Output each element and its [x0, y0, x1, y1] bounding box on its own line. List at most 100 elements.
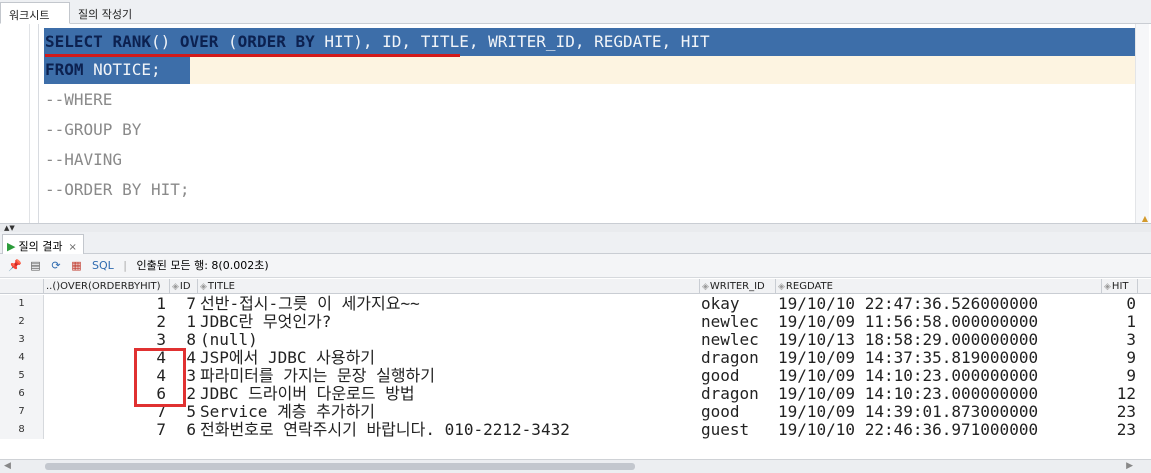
cell-rank[interactable]: 3: [46, 331, 170, 349]
cell-title[interactable]: (null): [198, 331, 698, 349]
cell-writer-id[interactable]: newlec: [700, 331, 776, 349]
code-line-4[interactable]: --GROUP BY: [45, 116, 141, 144]
cell-regdate[interactable]: 19/10/09 14:39:01.873000000: [776, 403, 1102, 421]
tab-query-builder[interactable]: 질의 작성기: [70, 2, 150, 24]
cell-writer-id[interactable]: good: [700, 403, 776, 421]
column-header-hit[interactable]: ◈HIT: [1102, 279, 1138, 294]
cell-regdate[interactable]: 19/10/09 11:56:58.000000000: [776, 313, 1102, 331]
cell-regdate[interactable]: 19/10/10 22:47:36.526000000: [776, 295, 1102, 313]
row-number-header: [0, 279, 44, 294]
editor-vertical-scrollbar[interactable]: [1135, 24, 1149, 223]
cell-writer-id[interactable]: okay: [700, 295, 776, 313]
refresh-icon[interactable]: ⟳: [49, 254, 63, 278]
cell-hit[interactable]: 9: [1102, 349, 1138, 367]
table-row[interactable]: 3 3 8 (null) newlec 19/10/13 18:58:29.0000000…: [0, 331, 1151, 349]
keyword: OVER: [179, 32, 219, 51]
sort-icon: ◈: [702, 282, 709, 292]
cell-title[interactable]: JSP에서 JDBC 사용하기: [198, 349, 698, 367]
close-tab-icon[interactable]: ×: [68, 242, 76, 253]
cell-rank[interactable]: 7: [46, 421, 170, 439]
cell-rank[interactable]: 2: [46, 313, 170, 331]
tab-label: 질의 결과: [18, 240, 63, 253]
cell-regdate[interactable]: 19/10/09 14:10:23.000000000: [776, 367, 1102, 385]
cell-id[interactable]: 7: [170, 295, 198, 313]
red-highlight-box-annotation: [134, 348, 186, 407]
code-line-5[interactable]: --HAVING: [45, 146, 122, 174]
sort-icon: ◈: [200, 282, 207, 292]
current-line-highlight: [190, 56, 1136, 84]
column-header-rank[interactable]: ..()OVER(ORDERBYHIT): [44, 279, 170, 294]
cell-title[interactable]: 파라미터를 가지는 문장 실행하기: [198, 367, 698, 385]
pin-icon[interactable]: 📌: [8, 254, 22, 278]
export-icon[interactable]: ▦: [70, 254, 84, 278]
cell-hit[interactable]: 23: [1102, 421, 1138, 439]
cell-rank[interactable]: 1: [46, 295, 170, 313]
cell-title[interactable]: 전화번호로 연락주시기 바랍니다. 010-2212-3432: [198, 421, 698, 439]
cell-id[interactable]: 1: [170, 313, 198, 331]
code-line-2[interactable]: FROM NOTICE;: [45, 56, 161, 84]
cell-title[interactable]: 선반-접시-그릇 이 세가지요~~: [198, 295, 698, 313]
cell-hit[interactable]: 12: [1102, 385, 1138, 403]
column-header-regdate[interactable]: ◈REGDATE: [776, 279, 1102, 294]
keyword: RANK: [112, 32, 151, 51]
gutter-divider: [38, 24, 39, 223]
keyword: ORDER BY: [237, 32, 315, 51]
cell-writer-id[interactable]: newlec: [700, 313, 776, 331]
cell-regdate[interactable]: 19/10/09 14:10:23.000000000: [776, 385, 1102, 403]
code-line-3[interactable]: --WHERE: [45, 86, 112, 114]
toolbar-divider: |: [123, 259, 127, 272]
cell-title[interactable]: JDBC 드라이버 다운로드 방법: [198, 385, 698, 403]
cell-writer-id[interactable]: dragon: [700, 385, 776, 403]
cell-regdate[interactable]: 19/10/09 14:37:35.819000000: [776, 349, 1102, 367]
editor-gutter: [0, 24, 30, 223]
sql-button[interactable]: SQL: [92, 259, 114, 272]
table-row[interactable]: 1 1 7 선반-접시-그릇 이 세가지요~~ okay 19/10/10 22:47:3…: [0, 295, 1151, 313]
scroll-left-arrow-icon[interactable]: ◀: [4, 461, 11, 471]
cell-regdate[interactable]: 19/10/10 22:46:36.971000000: [776, 421, 1102, 439]
column-header-writer-id[interactable]: ◈WRITER_ID: [700, 279, 776, 294]
cell-writer-id[interactable]: good: [700, 367, 776, 385]
header-label: ..()OVER(ORDERBYHIT): [46, 281, 161, 292]
row-number: 4: [0, 349, 44, 367]
table-row[interactable]: 2 2 1 JDBC란 무엇인가? newlec 19/10/09 11:56:58.00…: [0, 313, 1151, 331]
scrollbar-thumb[interactable]: [45, 463, 635, 470]
code-line-1[interactable]: SELECT RANK() OVER (ORDER BY HIT), ID, T…: [45, 28, 710, 56]
print-icon[interactable]: ▤: [29, 254, 43, 278]
cell-hit[interactable]: 3: [1102, 331, 1138, 349]
code-line-6[interactable]: --ORDER BY HIT;: [45, 176, 190, 204]
cell-writer-id[interactable]: guest: [700, 421, 776, 439]
cell-id[interactable]: 6: [170, 421, 198, 439]
cell-writer-id[interactable]: dragon: [700, 349, 776, 367]
pane-splitter[interactable]: ▲▼: [0, 224, 1151, 232]
column-header-id[interactable]: ◈ID: [170, 279, 198, 294]
sort-icon: ◈: [778, 282, 785, 292]
fetch-status: 인출된 모든 행: 8(0.002초): [136, 259, 269, 272]
code-text: NOTICE;: [83, 60, 161, 79]
cell-regdate[interactable]: 19/10/13 18:58:29.000000000: [776, 331, 1102, 349]
keyword: FROM: [45, 60, 84, 79]
result-toolbar: 📌 ▤ ⟳ ▦ SQL | 인출된 모든 행: 8(0.002초): [0, 254, 1151, 278]
tab-worksheet[interactable]: 워크시트: [0, 2, 70, 24]
cell-hit[interactable]: 0: [1102, 295, 1138, 313]
tab-query-result[interactable]: ▶ 질의 결과 ×: [2, 234, 84, 254]
grid-horizontal-scrollbar[interactable]: ◀ ▶: [0, 459, 1151, 473]
row-number: 1: [0, 295, 44, 313]
cell-title[interactable]: JDBC란 무엇인가?: [198, 313, 698, 331]
sort-icon: ◈: [172, 282, 179, 292]
column-header-title[interactable]: ◈TITLE: [198, 279, 700, 294]
header-label: WRITER_ID: [709, 281, 765, 292]
cell-hit[interactable]: 1: [1102, 313, 1138, 331]
scroll-down-arrow-icon[interactable]: ▲: [1142, 214, 1148, 223]
header-label: HIT: [1111, 281, 1129, 292]
cell-id[interactable]: 8: [170, 331, 198, 349]
sort-icon: ◈: [1104, 282, 1111, 292]
cell-hit[interactable]: 9: [1102, 367, 1138, 385]
cell-hit[interactable]: 23: [1102, 403, 1138, 421]
top-tab-strip: 워크시트 질의 작성기: [0, 0, 1151, 24]
scroll-right-arrow-icon[interactable]: ▶: [1126, 461, 1133, 471]
code-text: (: [218, 32, 238, 51]
sql-editor[interactable]: SELECT RANK() OVER (ORDER BY HIT), ID, T…: [0, 24, 1151, 224]
table-row[interactable]: 8 7 6 전화번호로 연락주시기 바랍니다. 010-2212-3432 guest 1…: [0, 421, 1151, 439]
cell-title[interactable]: Service 계층 추가하기: [198, 403, 698, 421]
row-number: 5: [0, 367, 44, 385]
